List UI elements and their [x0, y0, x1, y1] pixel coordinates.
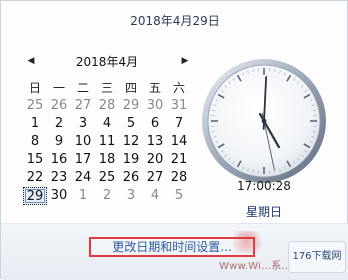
change-date-time-settings-link[interactable]: 更改日期和时间设置...: [89, 237, 255, 257]
watermark-badge: 176下载网: [288, 241, 346, 273]
prev-month-button[interactable]: ◀: [25, 54, 37, 68]
calendar-day[interactable]: 23: [47, 169, 71, 187]
weekday-header: 四: [119, 79, 143, 97]
calendar-header: ◀ 2018年4月 ▶: [23, 53, 191, 71]
calendar-day[interactable]: 13: [143, 133, 167, 151]
calendar-day[interactable]: 30: [47, 187, 71, 205]
calendar-day[interactable]: 1: [23, 115, 47, 133]
calendar-day[interactable]: 2: [95, 187, 119, 205]
calendar-day[interactable]: 3: [119, 187, 143, 205]
weekday-label: 星期日: [199, 203, 329, 220]
weekday-header: 二: [71, 79, 95, 97]
calendar-week-row: 15161718192021: [23, 151, 191, 169]
calendar-day[interactable]: 1: [71, 187, 95, 205]
calendar-week-row: 293012345: [23, 187, 191, 205]
full-date-link[interactable]: 2018年4月29日: [1, 12, 348, 29]
calendar-day[interactable]: 10: [71, 133, 95, 151]
calendar-day[interactable]: 24: [71, 169, 95, 187]
calendar-day[interactable]: 29: [119, 97, 143, 115]
month-title[interactable]: 2018年4月: [43, 53, 171, 71]
calendar-day[interactable]: 8: [23, 133, 47, 151]
calendar-day[interactable]: 27: [143, 169, 167, 187]
calendar-day[interactable]: 31: [167, 97, 191, 115]
calendar-day[interactable]: 18: [95, 151, 119, 169]
calendar-day[interactable]: 30: [143, 97, 167, 115]
weekday-header: 一: [47, 79, 71, 97]
calendar-day[interactable]: 2: [47, 115, 71, 133]
watermark-text: Www.Wi...系...: [219, 257, 292, 272]
calendar-day[interactable]: 7: [167, 115, 191, 133]
calendar-day[interactable]: 19: [119, 151, 143, 169]
triangle-right-icon: ▶: [182, 56, 189, 66]
calendar-day[interactable]: 26: [119, 169, 143, 187]
calendar-day[interactable]: 11: [95, 133, 119, 151]
calendar-day[interactable]: 21: [167, 151, 191, 169]
calendar-day[interactable]: 5: [167, 187, 191, 205]
calendar-day[interactable]: 6: [143, 115, 167, 133]
analog-clock-icon: [199, 56, 329, 186]
calendar-day[interactable]: 4: [143, 187, 167, 205]
calendar-week-row: 891011121314: [23, 133, 191, 151]
calendar-day[interactable]: 15: [23, 151, 47, 169]
calendar-grid: 日一二三四五六 25262728293031123456789101112131…: [23, 79, 191, 205]
calendar-day[interactable]: 25: [95, 169, 119, 187]
calendar-day[interactable]: 3: [71, 115, 95, 133]
calendar-day[interactable]: 29: [23, 187, 47, 205]
weekday-header: 五: [143, 79, 167, 97]
calendar-day[interactable]: 22: [23, 169, 47, 187]
calendar-day[interactable]: 9: [47, 133, 71, 151]
weekday-header: 日: [23, 79, 47, 97]
calendar-week-row: 1234567: [23, 115, 191, 133]
calendar-day[interactable]: 25: [23, 97, 47, 115]
triangle-left-icon: ◀: [28, 56, 35, 66]
next-month-button[interactable]: ▶: [179, 54, 191, 68]
calendar-day[interactable]: 27: [71, 97, 95, 115]
calendar-day[interactable]: 17: [71, 151, 95, 169]
calendar-day[interactable]: 4: [95, 115, 119, 133]
weekday-header: 六: [167, 79, 191, 97]
calendar-week-row: 22232425262728: [23, 169, 191, 187]
calendar-week-row: 25262728293031: [23, 97, 191, 115]
calendar-day[interactable]: 12: [119, 133, 143, 151]
clock-center-pin: [262, 119, 267, 124]
date-time-flyout: 2018年4月29日 ◀ 2018年4月 ▶ 日一二三四五六 252627282…: [0, 0, 348, 279]
calendar-day[interactable]: 26: [47, 97, 71, 115]
calendar-day[interactable]: 28: [95, 97, 119, 115]
weekday-header-row: 日一二三四五六: [23, 79, 191, 97]
digital-time: 17:00:28: [199, 179, 329, 193]
calendar-day[interactable]: 28: [167, 169, 191, 187]
weekday-header: 三: [95, 79, 119, 97]
calendar-day[interactable]: 5: [119, 115, 143, 133]
calendar-day[interactable]: 16: [47, 151, 71, 169]
calendar-day[interactable]: 14: [167, 133, 191, 151]
calendar-day[interactable]: 20: [143, 151, 167, 169]
